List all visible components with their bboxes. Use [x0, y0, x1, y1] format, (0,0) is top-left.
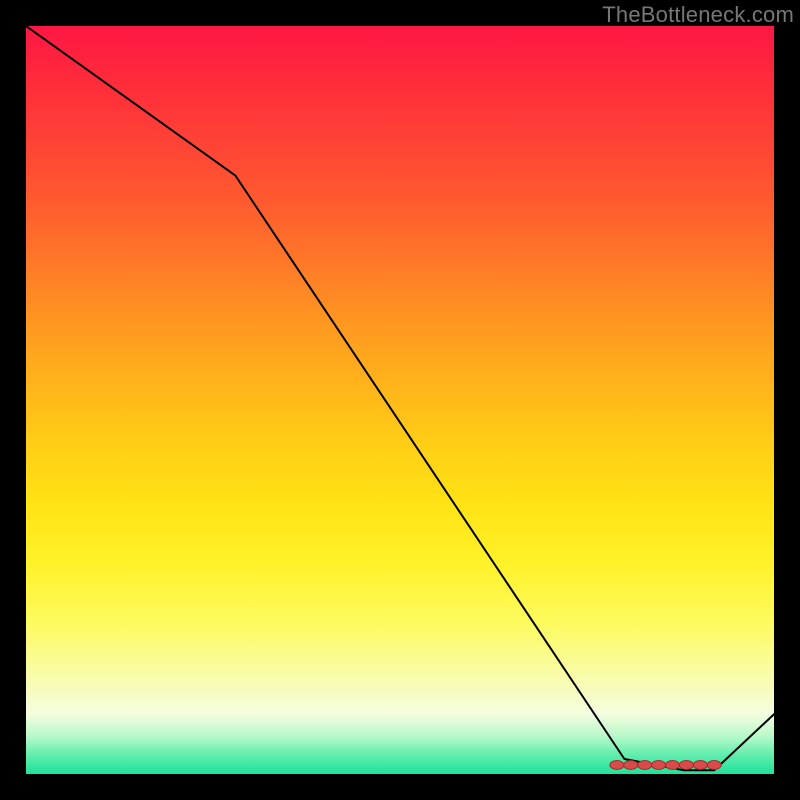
marker-dot [666, 761, 680, 770]
marker-dot [693, 761, 707, 770]
marker-cluster [610, 761, 721, 770]
chart-frame: TheBottleneck.com [0, 0, 800, 800]
bottleneck-curve [26, 26, 774, 770]
marker-dot [679, 761, 693, 770]
marker-dot [638, 761, 652, 770]
marker-dot [652, 761, 666, 770]
marker-dot [624, 761, 638, 770]
marker-dot [707, 761, 721, 770]
plot-area [26, 26, 774, 774]
marker-dot [610, 761, 624, 770]
chart-svg [26, 26, 774, 774]
watermark-label: TheBottleneck.com [602, 2, 794, 28]
